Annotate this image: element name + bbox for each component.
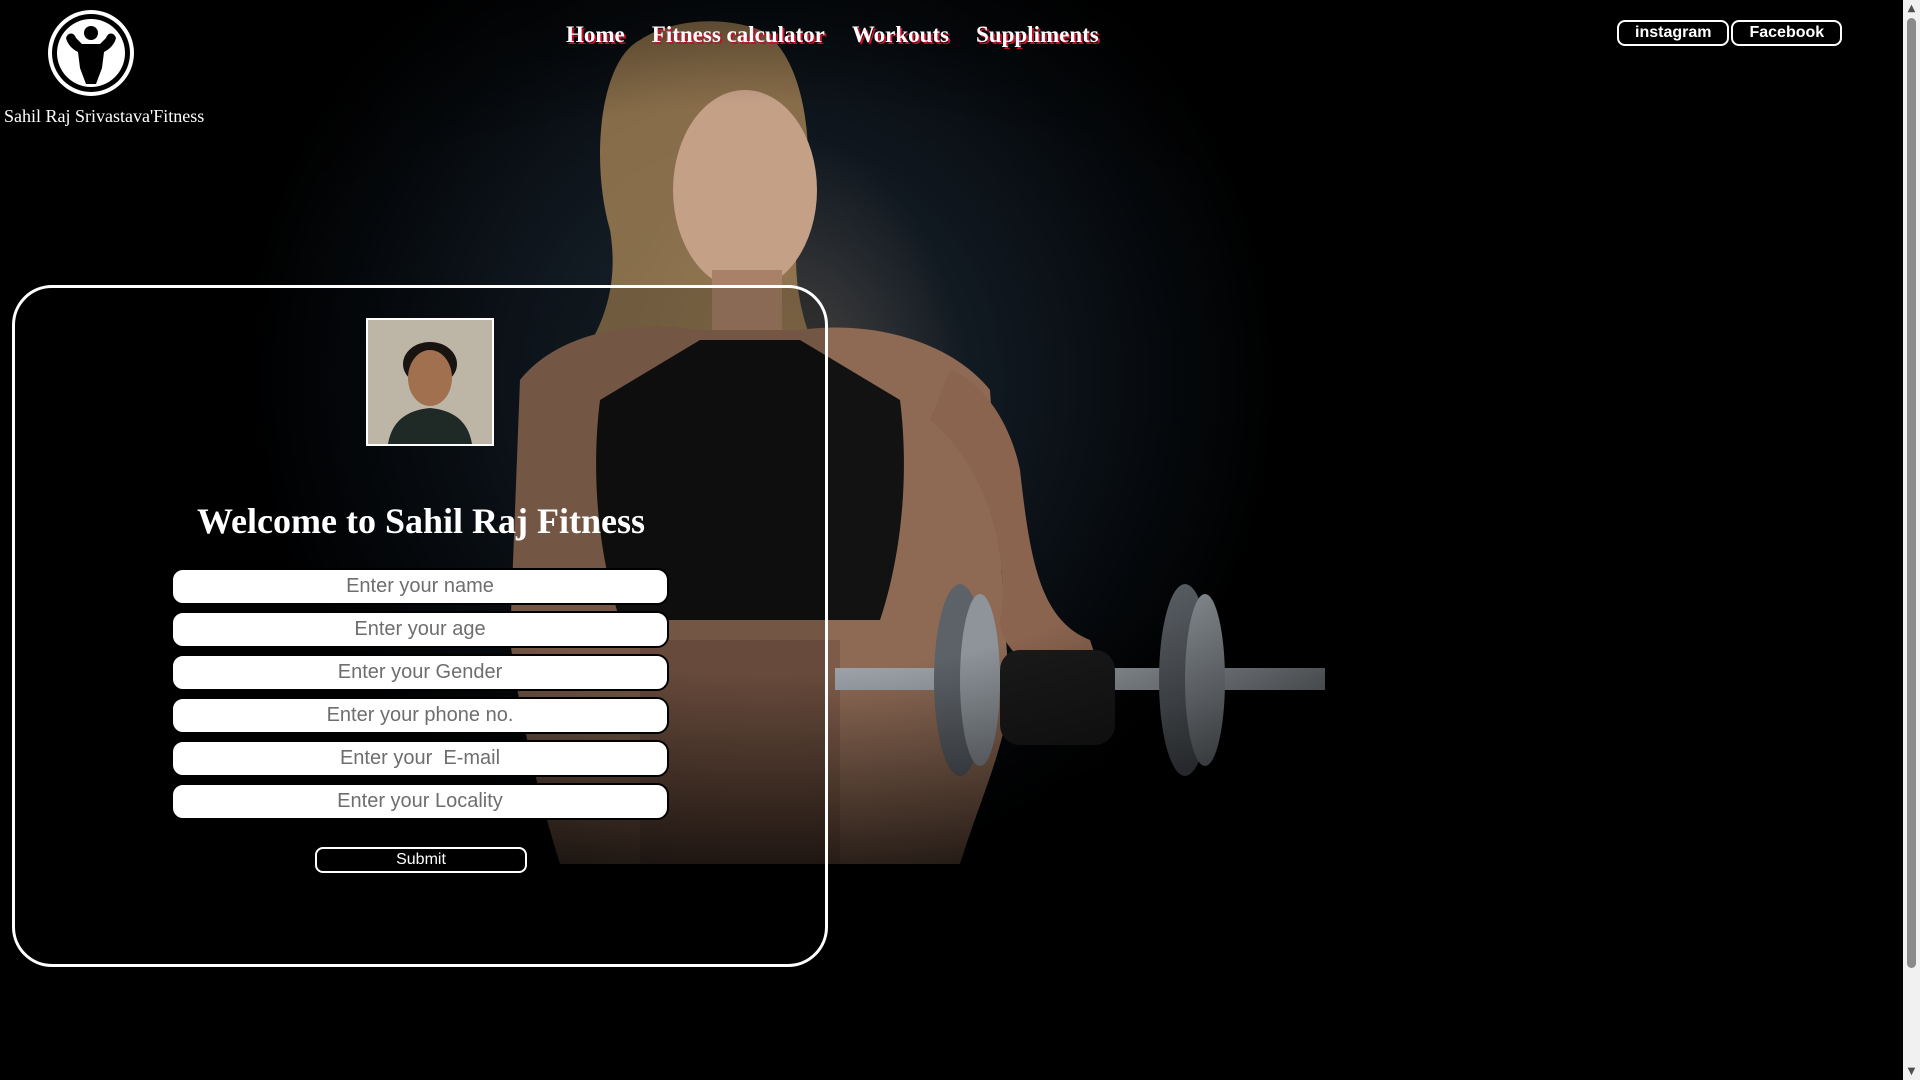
email-input[interactable] bbox=[171, 740, 669, 777]
instagram-button[interactable]: instagram bbox=[1617, 20, 1730, 46]
name-input[interactable] bbox=[171, 568, 669, 605]
form-title: Welcome to Sahil Raj Fitness bbox=[197, 501, 645, 541]
nav-suppliments[interactable]: Suppliments bbox=[976, 22, 1099, 48]
scrollbar-thumb[interactable] bbox=[1907, 18, 1916, 968]
submit-button[interactable]: Submit bbox=[315, 847, 527, 873]
age-input[interactable] bbox=[171, 611, 669, 648]
nav-fitness-calculator[interactable]: Fitness calculator bbox=[652, 22, 825, 48]
bodybuilder-logo-icon[interactable] bbox=[48, 10, 134, 96]
social-links: instagram Facebook bbox=[1617, 20, 1843, 46]
locality-input[interactable] bbox=[171, 783, 669, 820]
page-scrollbar[interactable]: ▲ ▼ bbox=[1903, 0, 1920, 1080]
scroll-up-arrow-icon[interactable]: ▲ bbox=[1903, 0, 1920, 17]
gender-input[interactable] bbox=[171, 654, 669, 691]
main-nav: Home Fitness calculator Workouts Supplim… bbox=[566, 22, 1099, 48]
scroll-down-arrow-icon[interactable]: ▼ bbox=[1903, 1063, 1920, 1080]
facebook-button[interactable]: Facebook bbox=[1731, 20, 1843, 46]
phone-input[interactable] bbox=[171, 697, 669, 734]
nav-home[interactable]: Home bbox=[566, 22, 625, 48]
page: Sahil Raj Srivastava'Fitness Home Fitnes… bbox=[0, 0, 1920, 1080]
brand-name: Sahil Raj Srivastava'Fitness bbox=[4, 106, 205, 126]
profile-photo bbox=[366, 318, 494, 446]
nav-workouts[interactable]: Workouts bbox=[852, 22, 949, 48]
